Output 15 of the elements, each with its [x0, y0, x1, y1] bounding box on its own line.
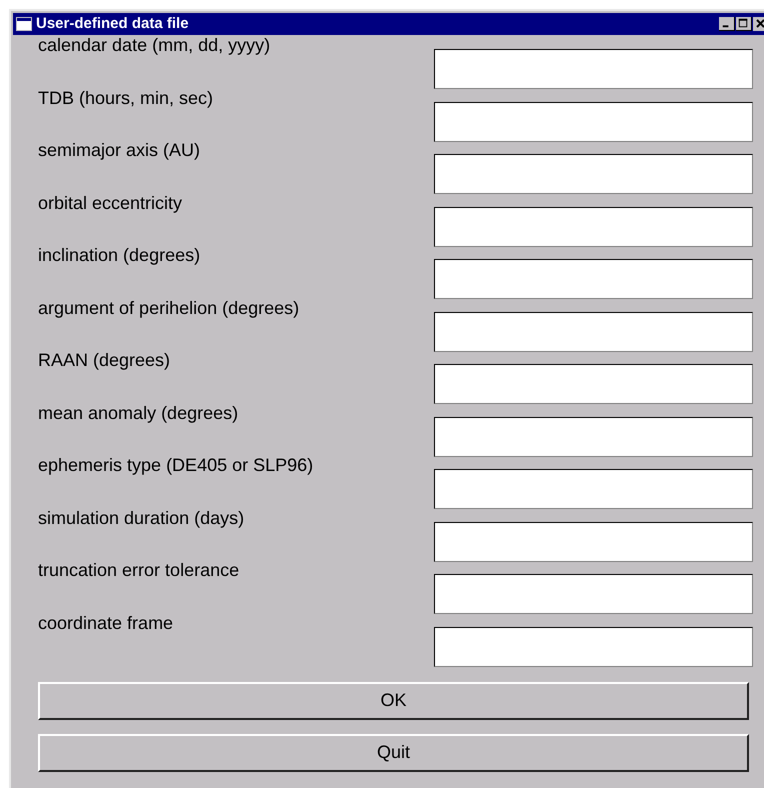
field-label: mean anomaly (degrees) — [38, 402, 238, 425]
field-label: truncation error tolerance — [38, 559, 240, 582]
field-label: ephemeris type (DE405 or SLP96) — [38, 454, 314, 477]
field-label: orbital eccentricity — [38, 192, 182, 215]
field-label: calendar date (mm, dd, yyyy) — [38, 34, 270, 57]
field-label: inclination (degrees) — [38, 244, 200, 267]
field-label: TDB (hours, min, sec) — [38, 86, 214, 110]
field-label: argument of perihelion (degrees) — [38, 296, 300, 320]
dialog-button[interactable]: OK — [38, 682, 749, 720]
field-label: semimajor axis (AU) — [38, 139, 200, 162]
window-title: User-defined data file — [36, 14, 190, 34]
field-label: coordinate frame — [38, 612, 174, 634]
field-label: RAAN (degrees) — [38, 349, 170, 372]
field-label: simulation duration (days) — [38, 506, 244, 530]
dialog-button[interactable]: Quit — [38, 734, 749, 772]
